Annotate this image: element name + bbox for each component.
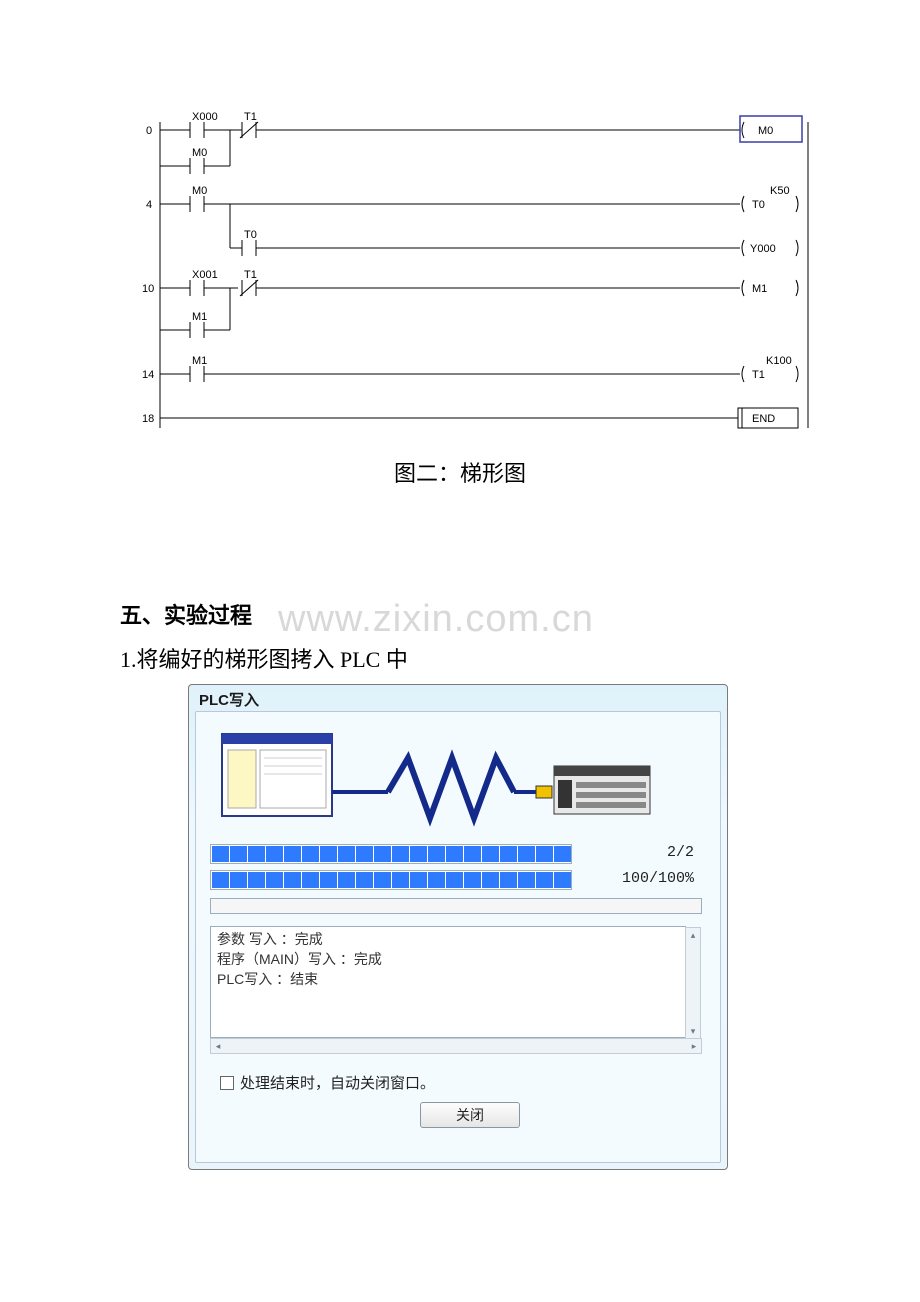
scroll-down-icon[interactable]: ▾ — [686, 1024, 700, 1038]
figure-caption: 图二：梯形图 — [0, 456, 920, 488]
ladder-svg: 0 X000 T1 M0 M0 4 M0 K50 T0 — [130, 108, 810, 436]
svg-text:K50: K50 — [770, 185, 790, 197]
progress-bar-percent — [210, 870, 572, 890]
progress-bar-files — [210, 844, 572, 864]
svg-text:T0: T0 — [752, 199, 765, 211]
svg-text:END: END — [752, 413, 775, 425]
auto-close-label: 处理结束时，自动关闭窗口。 — [240, 1072, 435, 1093]
svg-text:M1: M1 — [192, 311, 207, 323]
dialog-body: 2/2 100/100% 参数 写入 ：完成 程序（MAIN）写入 ：完成 PL… — [195, 711, 721, 1163]
ladder-diagram: 0 X000 T1 M0 M0 4 M0 K50 T0 — [130, 108, 810, 436]
scroll-right-icon[interactable]: ▸ — [687, 1039, 701, 1053]
watermark-text: www.zixin.com.cn — [278, 598, 594, 641]
svg-text:T1: T1 — [752, 369, 765, 381]
svg-text:M1: M1 — [752, 283, 767, 295]
dialog-title: PLC写入 — [199, 689, 259, 710]
progress-percent-label: 100/100% — [622, 870, 694, 887]
svg-text:T1: T1 — [244, 111, 257, 123]
log-textarea[interactable]: 参数 写入 ：完成 程序（MAIN）写入 ：完成 PLC写入 ：结束 ▴ ▾ — [210, 926, 686, 1038]
step-1-text: 1.将编好的梯形图拷入 PLC 中 — [120, 642, 408, 674]
svg-text:0: 0 — [146, 125, 152, 137]
svg-text:18: 18 — [142, 413, 154, 425]
auto-close-checkbox-row[interactable]: 处理结束时，自动关闭窗口。 — [220, 1072, 435, 1093]
svg-text:M1: M1 — [192, 355, 207, 367]
svg-text:T0: T0 — [244, 229, 257, 241]
progress-files-label: 2/2 — [667, 844, 694, 861]
section-heading: 五、实验过程 — [120, 598, 252, 630]
horizontal-scrollbar[interactable]: ◂ ▸ — [210, 1038, 702, 1054]
svg-text:4: 4 — [146, 199, 152, 211]
svg-text:14: 14 — [142, 369, 154, 381]
scroll-left-icon[interactable]: ◂ — [211, 1039, 225, 1053]
svg-text:10: 10 — [142, 283, 154, 295]
log-content: 参数 写入 ：完成 程序（MAIN）写入 ：完成 PLC写入 ：结束 — [211, 927, 685, 991]
close-button[interactable]: 关闭 — [420, 1102, 520, 1128]
transfer-illustration — [218, 728, 682, 828]
svg-text:M0: M0 — [192, 147, 207, 159]
status-bar-empty — [210, 898, 702, 914]
svg-text:K100: K100 — [766, 355, 792, 367]
auto-close-checkbox[interactable] — [220, 1076, 234, 1090]
plc-write-dialog: PLC写入 2/2 — [188, 684, 728, 1170]
svg-text:X000: X000 — [192, 111, 218, 123]
svg-text:X001: X001 — [192, 269, 218, 281]
svg-text:M0: M0 — [758, 125, 773, 137]
svg-text:T1: T1 — [244, 269, 257, 281]
vertical-scrollbar[interactable]: ▴ ▾ — [685, 927, 701, 1039]
svg-text:M0: M0 — [192, 185, 207, 197]
svg-text:Y000: Y000 — [750, 243, 776, 255]
scroll-up-icon[interactable]: ▴ — [686, 928, 700, 942]
